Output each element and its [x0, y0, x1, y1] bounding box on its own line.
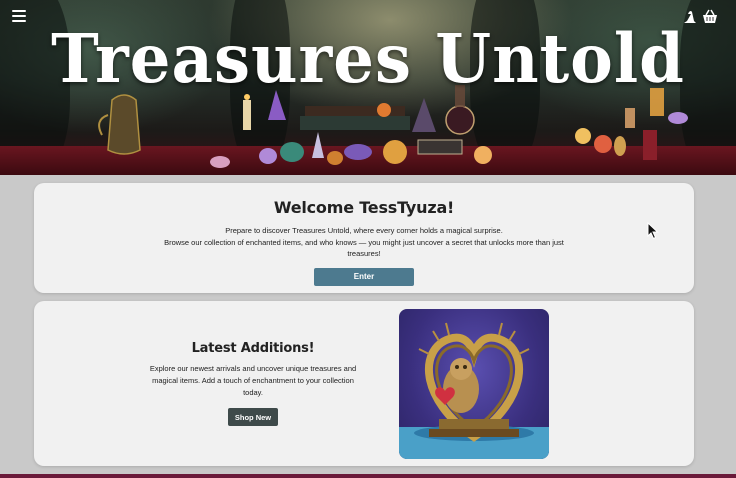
welcome-heading: Welcome TessTyuza!	[273, 198, 455, 217]
welcome-card: Welcome TessTyuza! Prepare to discover T…	[34, 183, 694, 293]
mouse-pointer-icon	[647, 222, 659, 240]
welcome-text: Prepare to discover Treasures Untold, wh…	[149, 225, 579, 260]
site-title: Treasures Untold	[51, 20, 685, 99]
latest-heading: Latest Additions!	[191, 341, 315, 356]
product-image[interactable]	[399, 309, 549, 459]
latest-additions-card: Latest Additions! Explore our newest arr…	[34, 301, 694, 466]
shop-new-button[interactable]: Shop New	[228, 408, 278, 426]
latest-text-block: Latest Additions! Explore our newest arr…	[144, 341, 362, 426]
latest-description: Explore our newest arrivals and uncover …	[149, 364, 357, 397]
hamburger-menu-icon[interactable]	[12, 10, 26, 24]
hero-banner: Treasures Untold	[0, 0, 736, 175]
welcome-text-line1: Prepare to discover Treasures Untold, wh…	[225, 226, 503, 235]
ornate-statue-illustration	[399, 322, 549, 459]
footer-bar	[0, 474, 736, 478]
wizard-hat-icon[interactable]	[682, 9, 698, 25]
enter-button[interactable]: Enter	[314, 267, 414, 286]
basket-icon[interactable]	[702, 9, 718, 25]
welcome-text-line2: Browse our collection of enchanted items…	[164, 237, 564, 259]
